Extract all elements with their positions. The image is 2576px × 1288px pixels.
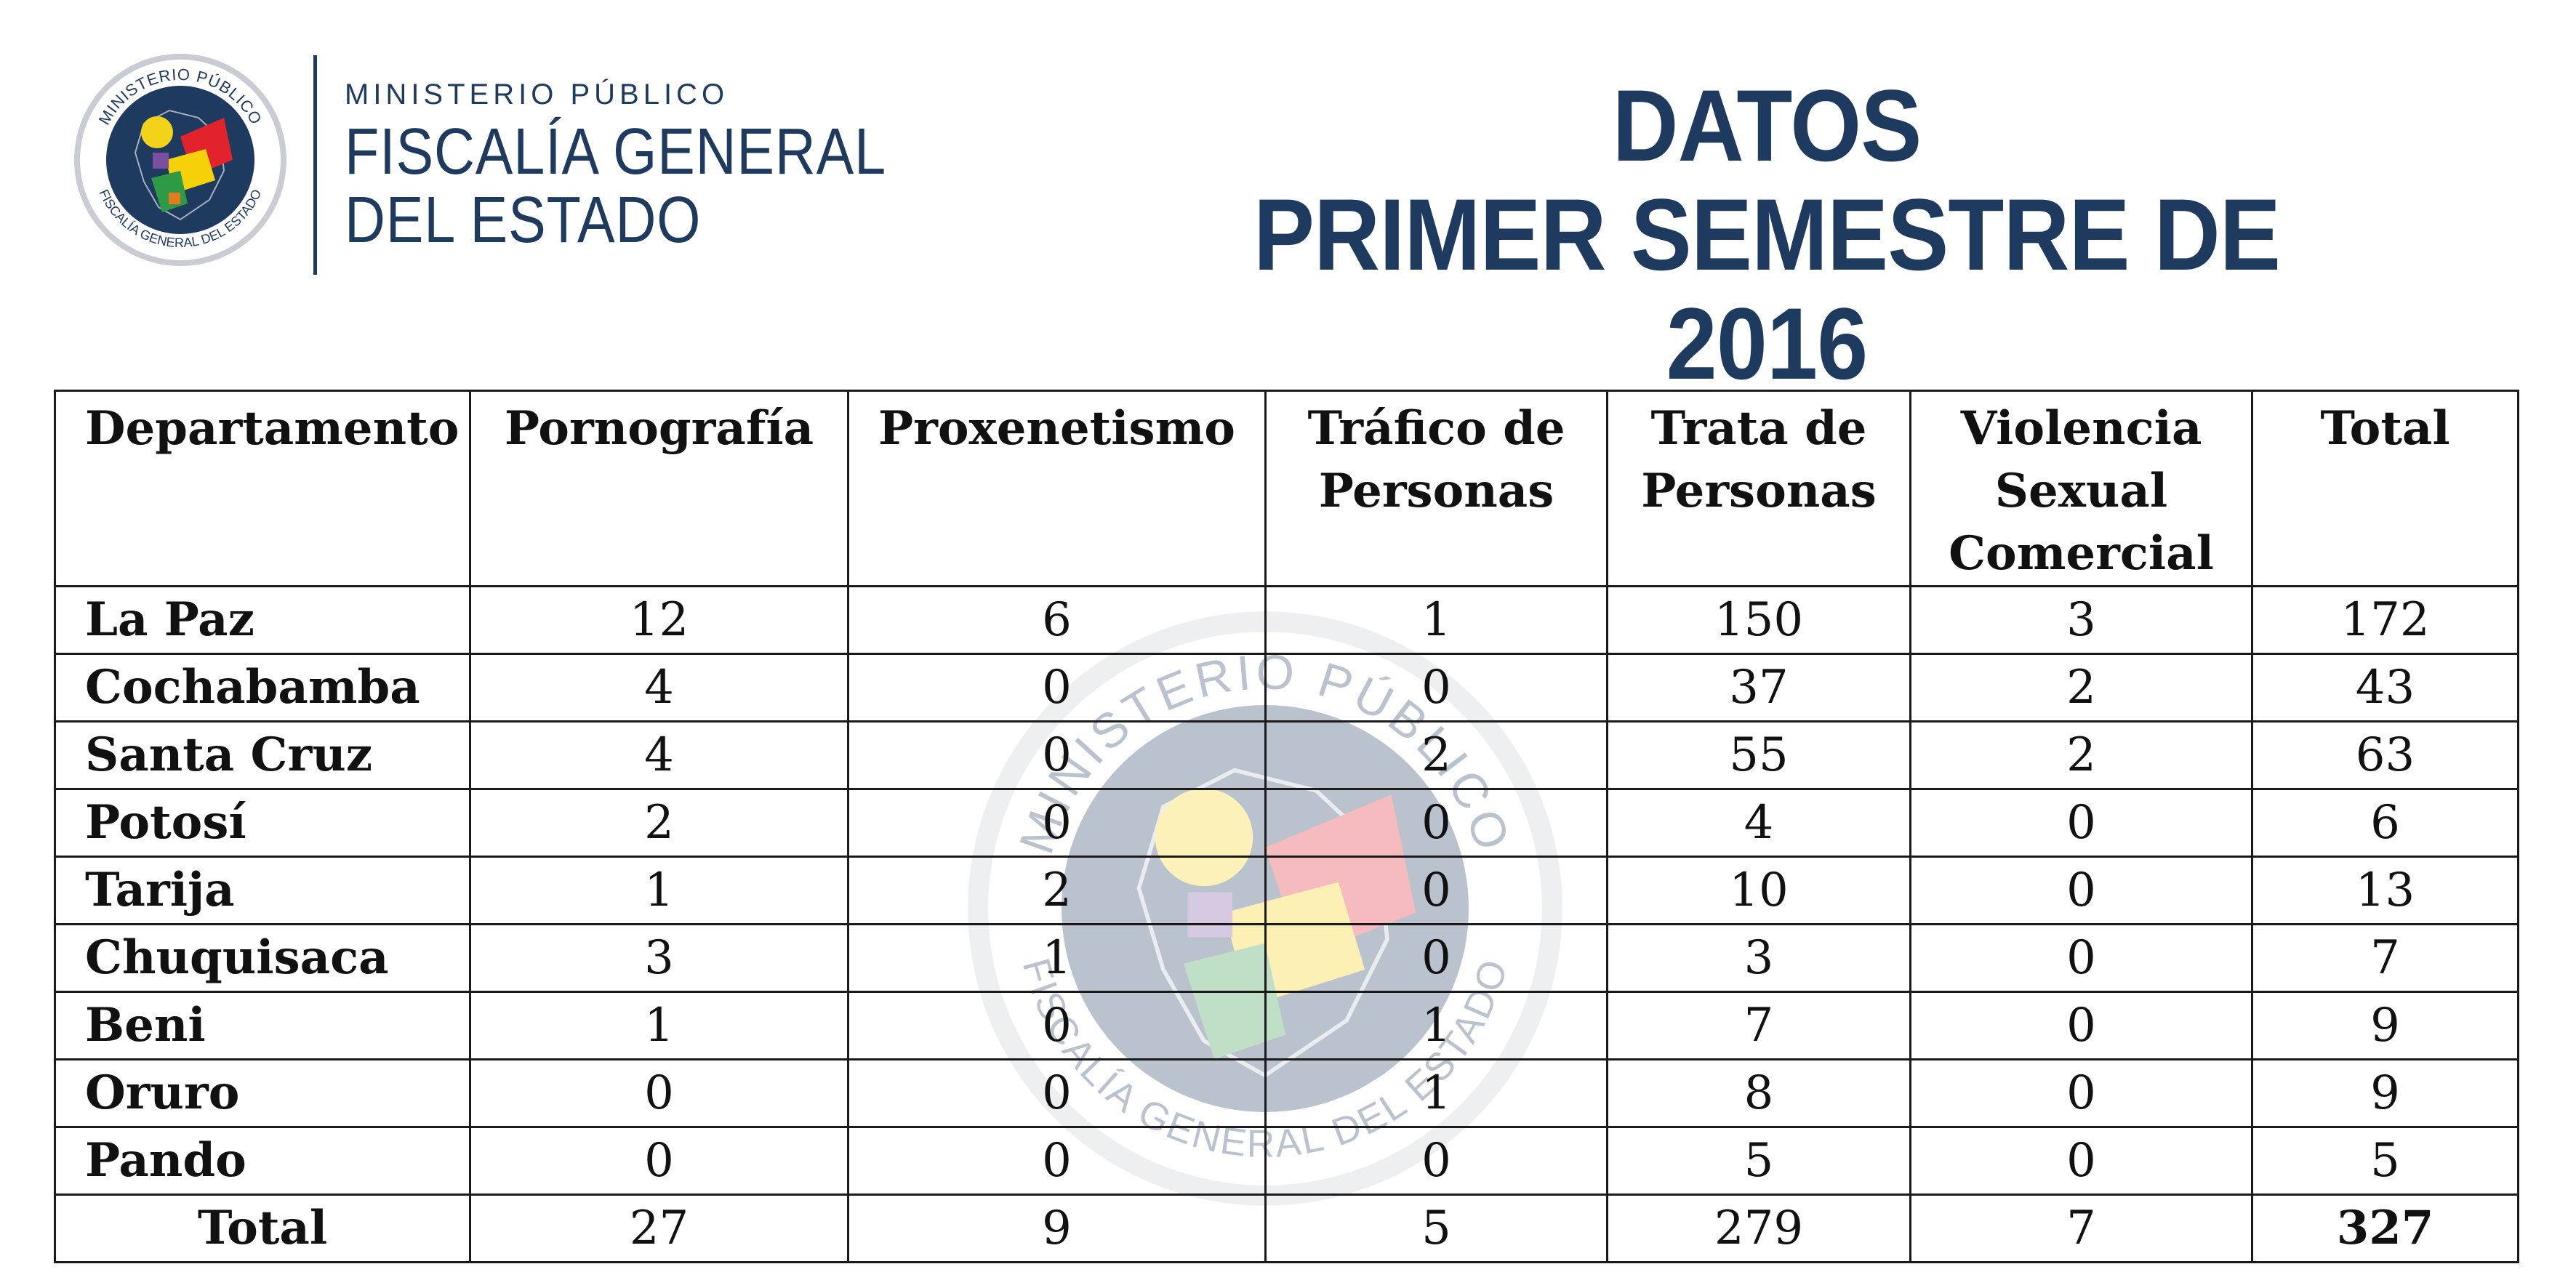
table-cell: 0: [1909, 856, 2253, 925]
department-cell: Santa Cruz: [54, 720, 471, 790]
table-cell: 0: [1264, 856, 1608, 925]
column-total-cell: 7: [1909, 1194, 2253, 1263]
column-header-trafico-de-personas: Tráfico de Personas: [1264, 390, 1608, 587]
table-cell: 8: [1606, 1058, 1911, 1128]
table-cell: 0: [847, 788, 1267, 858]
table-cell: 2: [847, 856, 1267, 925]
department-cell: Chuquisaca: [54, 923, 471, 993]
organization-name: MINISTERIO PÚBLICO FISCALÍA GENERAL DEL …: [345, 77, 974, 254]
table-cell: 4: [469, 653, 849, 723]
table-cell: 2: [1909, 653, 2253, 723]
org-kicker: MINISTERIO PÚBLICO: [345, 79, 729, 110]
table-cell: 0: [469, 1126, 849, 1196]
table-cell: 3: [1909, 585, 2253, 655]
column-header-trata-de-personas: Trata de Personas: [1606, 390, 1911, 587]
table-cell: 12: [469, 585, 849, 655]
department-cell: Oruro: [54, 1058, 471, 1128]
title-line-1: DATOS: [1612, 68, 1922, 182]
table-cell: 3: [469, 923, 849, 993]
department-cell: Potosí: [54, 788, 471, 858]
row-total-cell: 6: [2251, 788, 2519, 858]
ministerio-publico-seal-logo: MINISTERIO PÚBLICO FISCALÍA GENERAL DEL …: [74, 54, 286, 266]
department-cell: La Paz: [54, 585, 471, 655]
table-cell: 3: [1606, 923, 1911, 993]
logo-divider: [313, 55, 317, 275]
org-name-line1: FISCALÍA GENERAL: [345, 116, 887, 188]
table-cell: 0: [847, 991, 1267, 1060]
table-cell: 2: [1909, 720, 2253, 790]
totals-label: Total: [54, 1194, 471, 1263]
table-row: La Paz 12 6 1 150 3 172: [54, 585, 2519, 655]
table-header-row: Departamento Pornografía Proxenetismo Tr…: [54, 390, 2519, 587]
table-cell: 0: [1264, 653, 1608, 723]
table-cell: 1: [1264, 1058, 1608, 1128]
department-cell: Cochabamba: [54, 653, 471, 723]
table-cell: 0: [847, 720, 1267, 790]
column-header-departamento: Departamento: [54, 390, 471, 587]
org-name-line2: DEL ESTADO: [345, 184, 702, 257]
department-cell: Pando: [54, 1126, 471, 1196]
table-cell: 1: [469, 991, 849, 1060]
row-total-cell: 63: [2251, 720, 2519, 790]
column-header-violencia-sexual-comercial: Violencia Sexual Comercial: [1909, 390, 2253, 587]
page-title: DATOS PRIMER SEMESTRE DE 2016: [1098, 71, 2436, 398]
table-cell: 6: [847, 585, 1267, 655]
table-cell: 0: [1264, 1126, 1608, 1196]
table-row: Oruro 0 0 1 8 0 9: [54, 1058, 2519, 1128]
column-header-pornografia: Pornografía: [469, 390, 849, 587]
table-cell: 0: [1909, 991, 2253, 1060]
table-cell: 0: [1909, 1126, 2253, 1196]
row-total-cell: 5: [2251, 1126, 2519, 1196]
column-total-cell: 279: [1606, 1194, 1911, 1263]
table-cell: 0: [847, 653, 1267, 723]
table-cell: 0: [1909, 1058, 2253, 1128]
table-cell: 0: [469, 1058, 849, 1128]
table-row: Pando 0 0 0 5 0 5: [54, 1126, 2519, 1196]
table-cell: 1: [847, 923, 1267, 993]
row-total-cell: 9: [2251, 1058, 2519, 1128]
table-cell: 1: [469, 856, 849, 925]
table-cell: 2: [1264, 720, 1608, 790]
department-cell: Beni: [54, 991, 471, 1060]
table-cell: 37: [1606, 653, 1911, 723]
totals-row: Total 27 9 5 279 7 327: [54, 1194, 2519, 1263]
table-row: Chuquisaca 3 1 0 3 0 7: [54, 923, 2519, 993]
table-cell: 0: [1264, 788, 1608, 858]
table-row: Cochabamba 4 0 0 37 2 43: [54, 653, 2519, 723]
title-line-2: PRIMER SEMESTRE DE 2016: [1253, 177, 2281, 401]
row-total-cell: 172: [2251, 585, 2519, 655]
table-cell: 150: [1606, 585, 1911, 655]
table-cell: 5: [1606, 1126, 1911, 1196]
table-cell: 4: [469, 720, 849, 790]
table-cell: 0: [1909, 923, 2253, 993]
column-header-total: Total: [2251, 390, 2519, 587]
table-row: Tarija 1 2 0 10 0 13: [54, 856, 2519, 925]
table-row: Beni 1 0 1 7 0 9: [54, 991, 2519, 1060]
table-cell: 0: [847, 1126, 1267, 1196]
department-cell: Tarija: [54, 856, 471, 925]
column-total-cell: 5: [1264, 1194, 1608, 1263]
column-total-cell: 27: [469, 1194, 849, 1263]
table-cell: 1: [1264, 991, 1608, 1060]
table-row: Potosí 2 0 0 4 0 6: [54, 788, 2519, 858]
column-total-cell: 9: [847, 1194, 1267, 1263]
table-cell: 10: [1606, 856, 1911, 925]
table-cell: 0: [847, 1058, 1267, 1128]
table-cell: 2: [469, 788, 849, 858]
table-cell: 0: [1909, 788, 2253, 858]
table-row: Santa Cruz 4 0 2 55 2 63: [54, 720, 2519, 790]
row-total-cell: 7: [2251, 923, 2519, 993]
table-cell: 4: [1606, 788, 1911, 858]
table-cell: 1: [1264, 585, 1608, 655]
grand-total-cell: 327: [2251, 1194, 2519, 1263]
table-cell: 7: [1606, 991, 1911, 1060]
table-cell: 55: [1606, 720, 1911, 790]
row-total-cell: 13: [2251, 856, 2519, 925]
row-total-cell: 43: [2251, 653, 2519, 723]
table-cell: 0: [1264, 923, 1608, 993]
data-table: Departamento Pornografía Proxenetismo Tr…: [54, 390, 2519, 1263]
row-total-cell: 9: [2251, 991, 2519, 1060]
column-header-proxenetismo: Proxenetismo: [847, 390, 1267, 587]
